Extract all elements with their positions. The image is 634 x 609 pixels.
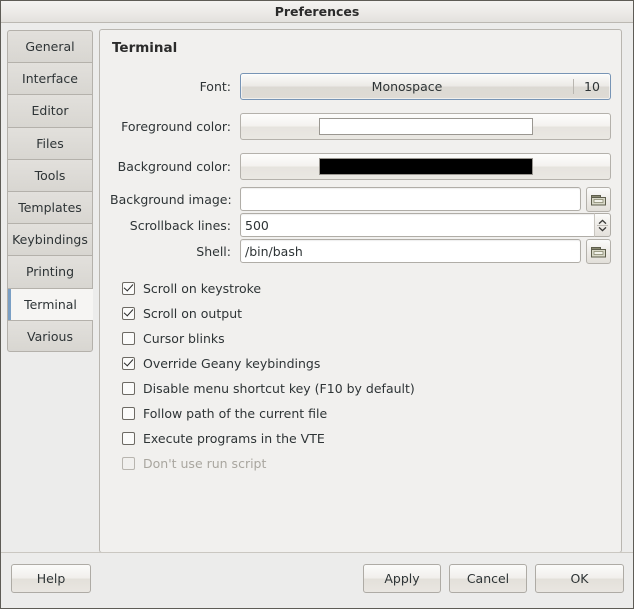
- font-label: Font:: [199, 78, 231, 94]
- checkbox-execute-programs-in-vte[interactable]: [122, 432, 135, 445]
- dialog-content: General Interface Editor Files Tools Tem…: [1, 23, 633, 553]
- background-image-label: Background image:: [110, 191, 232, 207]
- sidebar-item-label: Terminal: [24, 296, 77, 312]
- field-row-foreground-color: Foreground color:: [110, 106, 611, 146]
- field-row-background-image: Background image:: [110, 186, 611, 212]
- sidebar-item-label: Editor: [31, 103, 69, 119]
- checkbox-label: Don't use run script: [143, 456, 267, 471]
- sidebar-item-tools[interactable]: Tools: [7, 158, 93, 191]
- preferences-tab-list: General Interface Editor Files Tools Tem…: [7, 29, 93, 553]
- sidebar-item-keybindings[interactable]: Keybindings: [7, 223, 93, 256]
- scrollback-lines-stepper[interactable]: [594, 213, 611, 237]
- sidebar-item-general[interactable]: General: [7, 30, 93, 63]
- terminal-settings-panel: Terminal Font: Monospace 10 Foreground c…: [99, 29, 622, 553]
- font-button[interactable]: Monospace 10: [240, 72, 611, 100]
- help-button[interactable]: Help: [11, 564, 91, 593]
- checkbox-cursor-blinks[interactable]: [122, 332, 135, 345]
- checkbox-label: Override Geany keybindings: [143, 356, 321, 371]
- shell-browse-button[interactable]: [586, 238, 611, 264]
- foreground-color-label: Foreground color:: [121, 118, 231, 134]
- checkbox-follow-path-of-current-file[interactable]: [122, 407, 135, 420]
- sidebar-item-templates[interactable]: Templates: [7, 190, 93, 224]
- background-color-button[interactable]: [240, 152, 611, 180]
- checkbox-label: Execute programs in the VTE: [143, 431, 325, 446]
- folder-open-icon: [591, 246, 606, 257]
- field-row-shell: Shell: /bin/bash: [110, 238, 611, 264]
- sidebar-item-various[interactable]: Various: [7, 319, 93, 352]
- sidebar-item-label: General: [25, 39, 75, 54]
- checkbox-row-scroll-on-keystroke[interactable]: Scroll on keystroke: [110, 276, 611, 301]
- scrollback-lines-input[interactable]: 500: [240, 213, 595, 237]
- sidebar-item-interface[interactable]: Interface: [7, 62, 93, 95]
- checkbox-label: Cursor blinks: [143, 331, 225, 346]
- field-row-font: Font: Monospace 10: [110, 66, 611, 106]
- foreground-color-button[interactable]: [240, 112, 611, 140]
- checkbox-row-override-geany-keybindings[interactable]: Override Geany keybindings: [110, 351, 611, 376]
- sidebar-item-label: Keybindings: [12, 232, 88, 248]
- shell-label: Shell:: [196, 243, 231, 259]
- sidebar-item-label: Files: [36, 135, 64, 151]
- sidebar-item-label: Printing: [25, 264, 75, 280]
- ok-button[interactable]: OK: [535, 564, 624, 593]
- checkbox-label: Scroll on keystroke: [143, 281, 262, 296]
- sidebar-item-files[interactable]: Files: [7, 126, 93, 159]
- checkbox-row-dont-use-run-script: Don't use run script: [110, 451, 611, 476]
- background-image-input[interactable]: [240, 187, 581, 211]
- checkbox-row-follow-path-of-current-file[interactable]: Follow path of the current file: [110, 401, 611, 426]
- sidebar-item-editor[interactable]: Editor: [7, 94, 93, 127]
- checkbox-label: Follow path of the current file: [143, 406, 328, 421]
- cancel-button[interactable]: Cancel: [449, 564, 527, 593]
- preferences-dialog: Preferences General Interface Editor Fil…: [0, 0, 634, 609]
- window-title: Preferences: [274, 4, 360, 19]
- checkbox-row-cursor-blinks[interactable]: Cursor blinks: [110, 326, 611, 351]
- checkbox-scroll-on-output[interactable]: [122, 307, 135, 320]
- checkbox-label: Scroll on output: [143, 306, 243, 321]
- checkbox-dont-use-run-script: [122, 457, 135, 470]
- page-title: Terminal: [112, 40, 178, 56]
- terminal-options-list: Scroll on keystroke Scroll on output Cur…: [110, 276, 611, 476]
- scrollback-lines-label: Scrollback lines:: [129, 217, 231, 233]
- sidebar-item-label: Templates: [18, 199, 82, 215]
- checkbox-label: Disable menu shortcut key (F10 by defaul…: [143, 381, 415, 396]
- window-titlebar: Preferences: [1, 1, 633, 23]
- background-color-swatch: [318, 157, 533, 175]
- shell-input[interactable]: /bin/bash: [240, 239, 581, 263]
- apply-button[interactable]: Apply: [363, 564, 441, 593]
- sidebar-item-terminal[interactable]: Terminal: [7, 287, 93, 320]
- sidebar-item-label: Tools: [34, 167, 66, 183]
- font-size-value: 10: [573, 78, 610, 94]
- checkbox-override-geany-keybindings[interactable]: [122, 357, 135, 370]
- checkbox-scroll-on-keystroke[interactable]: [122, 282, 135, 295]
- checkbox-row-scroll-on-output[interactable]: Scroll on output: [110, 301, 611, 326]
- checkbox-disable-menu-shortcut-key[interactable]: [122, 382, 135, 395]
- dialog-footer: Help Apply Cancel OK: [1, 552, 633, 608]
- checkbox-row-execute-programs-in-vte[interactable]: Execute programs in the VTE: [110, 426, 611, 451]
- background-color-label: Background color:: [117, 158, 231, 174]
- sidebar-item-label: Interface: [22, 71, 78, 87]
- font-family-value: Monospace: [371, 78, 443, 94]
- sidebar-item-printing[interactable]: Printing: [7, 255, 93, 288]
- foreground-color-swatch: [318, 117, 533, 135]
- sidebar-item-label: Various: [27, 328, 73, 344]
- folder-open-icon: [591, 194, 606, 205]
- chevron-down-icon[interactable]: [598, 226, 607, 232]
- checkbox-row-disable-menu-shortcut-key[interactable]: Disable menu shortcut key (F10 by defaul…: [110, 376, 611, 401]
- field-row-background-color: Background color:: [110, 146, 611, 186]
- field-row-scrollback-lines: Scrollback lines: 500: [110, 212, 611, 238]
- background-image-browse-button[interactable]: [586, 186, 611, 212]
